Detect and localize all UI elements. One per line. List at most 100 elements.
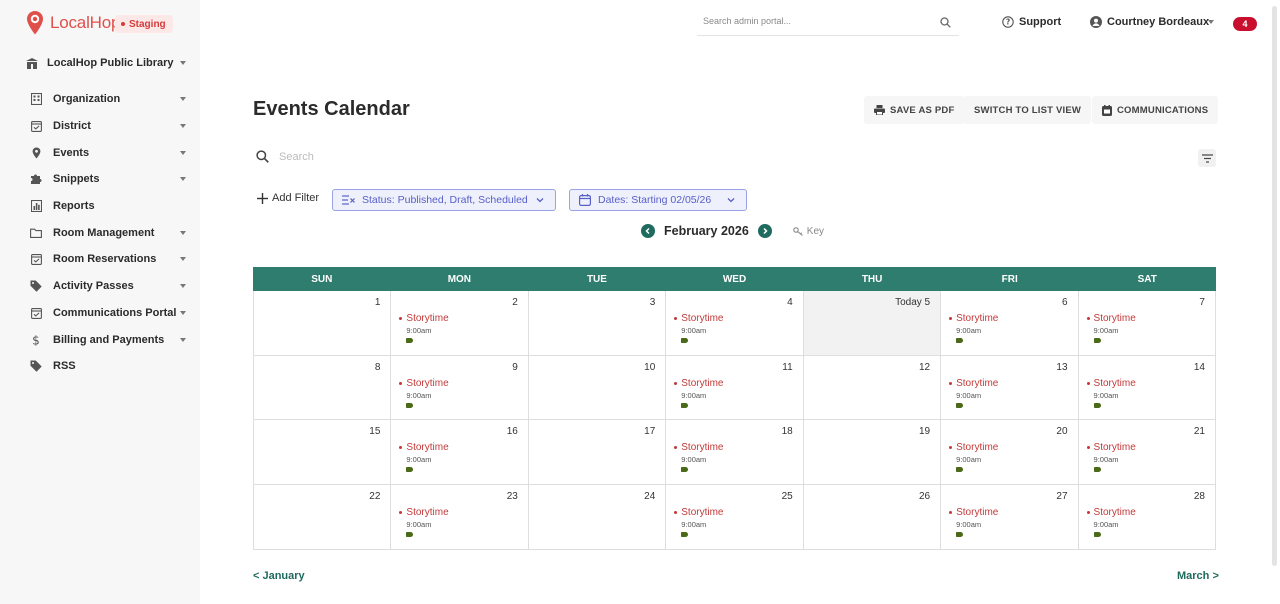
- sidebar-item-reports[interactable]: Reports: [30, 193, 186, 220]
- notification-badge[interactable]: 4: [1233, 17, 1257, 31]
- add-filter-button[interactable]: Add Filter: [257, 192, 319, 204]
- weekday-label: MON: [447, 273, 472, 285]
- save-as-pdf-button[interactable]: SAVE AS PDF: [864, 96, 965, 124]
- support-link[interactable]: ? Support: [1002, 16, 1061, 28]
- calendar-event[interactable]: Storytime 9:00am: [1086, 507, 1136, 538]
- sidebar-item-billing-and-payments[interactable]: $ Billing and Payments: [30, 326, 186, 353]
- calendar-day[interactable]: 16 Storytime 9:00am: [391, 420, 529, 485]
- calendar-event[interactable]: Storytime 9:00am: [949, 442, 998, 473]
- key-label: Key: [806, 225, 825, 237]
- calendar-day[interactable]: 8: [254, 355, 392, 420]
- event-dot: [399, 381, 403, 385]
- search-icon[interactable]: [940, 17, 951, 28]
- sidebar-item-events[interactable]: Events: [30, 139, 186, 166]
- day-number: 7: [1199, 297, 1205, 308]
- calendar-day[interactable]: 14 Storytime 9:00am: [1079, 355, 1216, 420]
- logo[interactable]: LocalHop: [26, 10, 120, 36]
- calendar-day[interactable]: 20 Storytime 9:00am: [941, 420, 1079, 485]
- event-tag-icon: [1093, 532, 1101, 538]
- next-month-arrow-icon[interactable]: [757, 224, 772, 238]
- tag-icon: [30, 360, 42, 372]
- calendar-day[interactable]: 1: [254, 291, 392, 355]
- page-scrollbar[interactable]: [1272, 6, 1277, 566]
- event-title: Storytime: [956, 507, 999, 519]
- calendar-day[interactable]: 23 Storytime 9:00am: [391, 485, 529, 549]
- sidebar-item-activity-passes[interactable]: Activity Passes: [30, 273, 186, 300]
- calendar-day[interactable]: 24: [529, 485, 667, 549]
- next-month-link[interactable]: March >: [1177, 570, 1219, 582]
- sidebar-item-room-management[interactable]: Room Management: [30, 219, 186, 246]
- calendar-day[interactable]: 26: [804, 485, 942, 549]
- calendar-day[interactable]: 22: [254, 485, 392, 549]
- admin-search-input[interactable]: [703, 16, 923, 26]
- calendar-day[interactable]: 4 Storytime 9:00am: [666, 291, 804, 355]
- event-time: 9:00am: [681, 390, 707, 400]
- calendar-day[interactable]: 18 Storytime 9:00am: [666, 420, 804, 485]
- event-tag-icon: [681, 402, 689, 408]
- calendar-event[interactable]: Storytime 9:00am: [674, 313, 724, 343]
- sidebar-item-rss[interactable]: RSS: [30, 353, 186, 380]
- sidebar-item-room-reservations[interactable]: Room Reservations: [30, 246, 186, 273]
- event-dot: [399, 317, 403, 320]
- filter-icon[interactable]: [1198, 149, 1216, 167]
- sidebar-item-district[interactable]: District: [30, 113, 186, 140]
- previous-month-arrow-icon[interactable]: [641, 224, 655, 238]
- calendar-event[interactable]: Storytime 9:00am: [399, 378, 449, 408]
- calendar-day-today[interactable]: Today 5: [803, 291, 942, 355]
- calendar-day[interactable]: 10: [529, 355, 667, 420]
- calendar-day[interactable]: 2 Storytime 9:00am: [391, 291, 529, 355]
- calendar-day[interactable]: 7 Storytime 9:00am: [1079, 291, 1216, 355]
- previous-month-link[interactable]: < January: [253, 570, 305, 582]
- calendar-day[interactable]: 12: [804, 355, 942, 420]
- calendar-event[interactable]: Storytime 9:00am: [399, 507, 449, 538]
- sidebar-item-organization[interactable]: Organization: [30, 86, 186, 113]
- calendar-event[interactable]: Storytime 9:00am: [674, 377, 724, 408]
- event-title: Storytime: [1093, 377, 1136, 389]
- calendar-event[interactable]: Storytime 9:00am: [399, 313, 449, 343]
- calendar-day[interactable]: 19: [804, 420, 942, 485]
- event-tag-icon: [956, 338, 964, 343]
- event-dot: [674, 446, 678, 450]
- calendar-day[interactable]: 13 Storytime 9:00am: [941, 355, 1079, 420]
- calendar-week: 15 16 Storytime 9:00am 17 18 Storytime 9:00am 19…: [254, 420, 1216, 486]
- calendar-day[interactable]: 28 Storytime 9:00am: [1079, 485, 1216, 549]
- calendar-event[interactable]: Storytime 9:00am: [674, 507, 724, 538]
- dates-filter-chip[interactable]: Dates: Starting 02/05/26: [569, 189, 747, 211]
- event-time: 9:00am: [956, 390, 982, 400]
- communications-button[interactable]: COMMUNICATIONS: [1092, 96, 1219, 124]
- calendar-day[interactable]: 15: [254, 420, 392, 485]
- sidebar-item-communications-portal[interactable]: Communications Portal: [30, 300, 186, 327]
- key-link[interactable]: Key: [793, 226, 824, 237]
- calendar-day[interactable]: 17: [529, 420, 667, 485]
- calendar-event[interactable]: Storytime 9:00am: [949, 378, 998, 408]
- switch-to-list-view-button[interactable]: SWITCH TO LIST VIEW: [964, 96, 1092, 124]
- calendar-event[interactable]: Storytime 9:00am: [949, 313, 998, 343]
- sidebar-item-label: District: [53, 120, 91, 133]
- event-title: Storytime: [406, 507, 449, 519]
- calendar-event[interactable]: Storytime 9:00am: [1086, 313, 1136, 343]
- calendar-check-icon: [30, 120, 42, 132]
- user-menu[interactable]: Courtney Bordeaux: [1090, 16, 1214, 28]
- calendar-event[interactable]: Storytime 9:00am: [674, 442, 724, 473]
- event-search-input[interactable]: [279, 150, 479, 163]
- calendar-day[interactable]: 27 Storytime 9:00am: [941, 485, 1079, 549]
- calendar-day[interactable]: 25 Storytime 9:00am: [666, 485, 804, 549]
- calendar-day[interactable]: 3: [529, 291, 667, 355]
- sidebar-item-snippets[interactable]: Snippets: [30, 166, 186, 193]
- calendar-day[interactable]: 9 Storytime 9:00am: [391, 355, 529, 420]
- event-title: Storytime: [681, 507, 724, 519]
- org-switcher[interactable]: LocalHop Public Library: [26, 53, 186, 73]
- calendar-day[interactable]: 6 Storytime 9:00am: [941, 291, 1079, 355]
- status-filter-chip[interactable]: Status: Published, Draft, Scheduled: [332, 189, 556, 211]
- calendar-day[interactable]: 21 Storytime 9:00am: [1079, 420, 1216, 485]
- event-time: 9:00am: [956, 455, 982, 465]
- day-number: 19: [918, 426, 931, 438]
- sidebar-item-label: Room Management: [53, 226, 155, 239]
- calendar-event[interactable]: Storytime 9:00am: [1086, 442, 1136, 473]
- event-dot: [399, 511, 403, 515]
- event-title: Storytime: [681, 377, 724, 389]
- calendar-day[interactable]: 11 Storytime 9:00am: [666, 355, 804, 420]
- calendar-event[interactable]: Storytime 9:00am: [399, 442, 449, 473]
- calendar-event[interactable]: Storytime 9:00am: [949, 507, 999, 538]
- calendar-event[interactable]: Storytime 9:00am: [1086, 377, 1136, 408]
